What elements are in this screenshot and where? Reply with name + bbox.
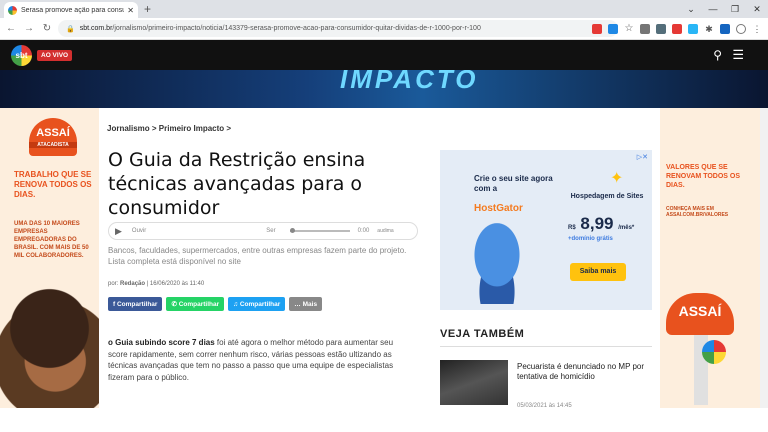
left-ad-photo [0, 283, 99, 408]
right-ad-slogan: VALORES QUE SE RENOVAM TODOS OS DIAS. [666, 164, 741, 189]
browser-toolbar: ← → ↻ 🔒 sbt.com.br /jornalismo/primeiro-… [0, 18, 768, 40]
audio-voice-label: Ser [266, 228, 276, 234]
close-window-button[interactable]: ✕ [746, 0, 768, 18]
extension-icon[interactable] [592, 23, 602, 34]
hostgator-cta-button[interactable]: Saiba mais [570, 263, 626, 281]
search-icon[interactable]: ⚲ [713, 48, 722, 62]
hamburger-menu-icon[interactable]: ☰ [732, 47, 744, 63]
reload-icon[interactable]: ↻ [40, 23, 54, 34]
play-icon[interactable]: ▶ [115, 226, 122, 237]
hostgator-price: R$ 8,99 /mês* [568, 214, 634, 234]
audio-time: 0:00 [357, 228, 370, 234]
banner-wordmark: IMPACTO [340, 70, 479, 94]
extension-icon[interactable] [720, 23, 730, 34]
live-button[interactable]: AO VIVO [37, 49, 73, 61]
byline-author: Redação [120, 281, 146, 287]
left-ad-info: UMA DAS 10 MAIORES EMPRESAS EMPREGADORAS… [14, 221, 89, 260]
forward-icon[interactable]: → [22, 23, 36, 34]
hostgator-brand: HostGator [474, 203, 523, 214]
minimize-button[interactable]: — [702, 0, 724, 18]
share-facebook-label: Compartilhar [116, 300, 158, 308]
byline-date: | 16/06/2020 às 11:40 [146, 281, 205, 287]
page-scrollbar[interactable] [760, 108, 768, 408]
address-bar[interactable]: 🔒 sbt.com.br /jornalismo/primeiro-impact… [58, 20, 618, 37]
audio-brand: audima [377, 228, 394, 234]
new-tab-button[interactable]: + [144, 2, 151, 16]
tab-close-icon[interactable]: ✕ [127, 6, 134, 15]
profile-avatar-icon[interactable] [736, 23, 746, 34]
audio-listen-label: Ouvir [131, 228, 147, 234]
lock-icon[interactable]: 🔒 [66, 25, 75, 33]
chevron-down-icon[interactable]: ⌄ [680, 0, 702, 18]
more-options-icon[interactable]: ⋮ [752, 23, 762, 34]
whatsapp-icon: ✆ [171, 301, 179, 308]
star-icon[interactable]: ☆ [624, 23, 634, 34]
news-title-link[interactable]: Pecuarista é denunciado no MP por tentat… [517, 362, 652, 382]
hostgator-ad[interactable]: ▷✕ ✦ Crie o seu site agora com a HostGat… [440, 150, 652, 310]
audio-progress-slider[interactable] [289, 228, 350, 233]
article-body-bold: o Guia subindo score 7 dias [108, 338, 215, 347]
news-date: 05/03/2021 às 14:45 [517, 403, 572, 409]
sparkle-icon: ✦ [610, 170, 624, 187]
gator-mascot [462, 222, 532, 304]
assai-logo: ASSAÍ ATACADISTA [29, 118, 77, 156]
article-title: O Guia da Restrição ensina técnicas avan… [108, 149, 366, 219]
left-side-ad[interactable]: ASSAÍ ATACADISTA TRABALHO QUE SE RENOVA … [0, 108, 99, 408]
program-banner: IMPACTO [0, 70, 768, 108]
sbt-logo[interactable]: sbt [11, 44, 32, 66]
browser-tab-strip: Serasa promove ação para consu ✕ + ⌄ — ❐… [0, 0, 768, 18]
article-lede: Bancos, faculdades, supermercados, entre… [108, 246, 407, 266]
hostgator-price-value: 8,99 [580, 214, 614, 233]
assai-logo-text: ASSAÍ [36, 127, 70, 139]
sbt-favicon-icon [8, 5, 17, 15]
hostgator-product: Hospedagem de Sites [570, 193, 644, 200]
hostgator-currency: R$ [568, 225, 576, 231]
breadcrumb[interactable]: Jornalismo > Primeiro Impacto > [107, 124, 231, 133]
news-thumbnail[interactable] [440, 360, 508, 405]
hostgator-period: /mês* [618, 225, 635, 231]
maximize-button[interactable]: ❐ [724, 0, 746, 18]
puzzle-icon[interactable]: ✱ [704, 23, 714, 34]
share-more-label: Mais [302, 300, 318, 308]
url-host: sbt.com.br [79, 25, 113, 32]
extension-icon[interactable] [656, 23, 666, 34]
extension-icon[interactable] [640, 23, 650, 34]
divider [440, 346, 652, 347]
ad-choices-icon[interactable]: ▷✕ [637, 153, 648, 161]
byline: por: Redação | 16/06/2020 às 11:40 [108, 281, 204, 287]
back-icon[interactable]: ← [4, 23, 18, 34]
share-twitter-button[interactable]: ♫ Compartilhar [228, 297, 286, 311]
hostgator-domain-offer: +domínio grátis [568, 236, 613, 242]
see-also-heading: VEJA TAMBÉM [440, 328, 525, 340]
assai-sign: ASSAÍ [666, 293, 734, 335]
share-twitter-label: Compartilhar [239, 300, 281, 308]
byline-prefix: por: [108, 281, 119, 287]
audio-player: ▶ Ouvir Ser 0:00 audima [108, 222, 418, 240]
share-whatsapp-label: Compartilhar [178, 300, 220, 308]
tab-title: Serasa promove ação para consu [21, 6, 125, 14]
url-path: /jornalismo/primeiro-impacto/noticia/143… [112, 25, 481, 32]
extension-icon[interactable] [672, 23, 682, 34]
share-facebook-button[interactable]: f Compartilhar [108, 297, 163, 311]
right-side-ad[interactable]: VALORES QUE SE RENOVAM TODOS OS DIAS. CO… [660, 108, 768, 408]
plus-icon: … [294, 300, 303, 308]
share-bar: f Compartilhar ✆ Compartilhar ♫ Comparti… [108, 297, 323, 311]
share-more-button[interactable]: … Mais [289, 297, 323, 311]
right-ad-info: CONHEÇA MAIS EM ASSAI.COM.BR/VALORES [666, 206, 729, 218]
share-whatsapp-button[interactable]: ✆ Compartilhar [166, 297, 225, 311]
translate-icon[interactable] [608, 23, 618, 34]
ad-ball-graphic [702, 340, 726, 364]
twitter-icon: ♫ [233, 300, 240, 308]
assai-logo-sub: ATACADISTA [29, 142, 77, 148]
extension-icon[interactable] [688, 23, 698, 34]
site-header: sbt AO VIVO ⚲ ☰ [0, 40, 768, 70]
browser-tab[interactable]: Serasa promove ação para consu ✕ [4, 2, 138, 18]
article-body: o Guia subindo score 7 dias foi até agor… [108, 337, 413, 383]
window-controls: ⌄ — ❐ ✕ [680, 0, 768, 18]
hostgator-headline: Crie o seu site agora com a [474, 174, 553, 193]
extensions-area: ☆ ✱ ⋮ [592, 20, 762, 37]
left-ad-slogan: TRABALHO QUE SE RENOVA TODOS OS DIAS. [14, 170, 92, 199]
